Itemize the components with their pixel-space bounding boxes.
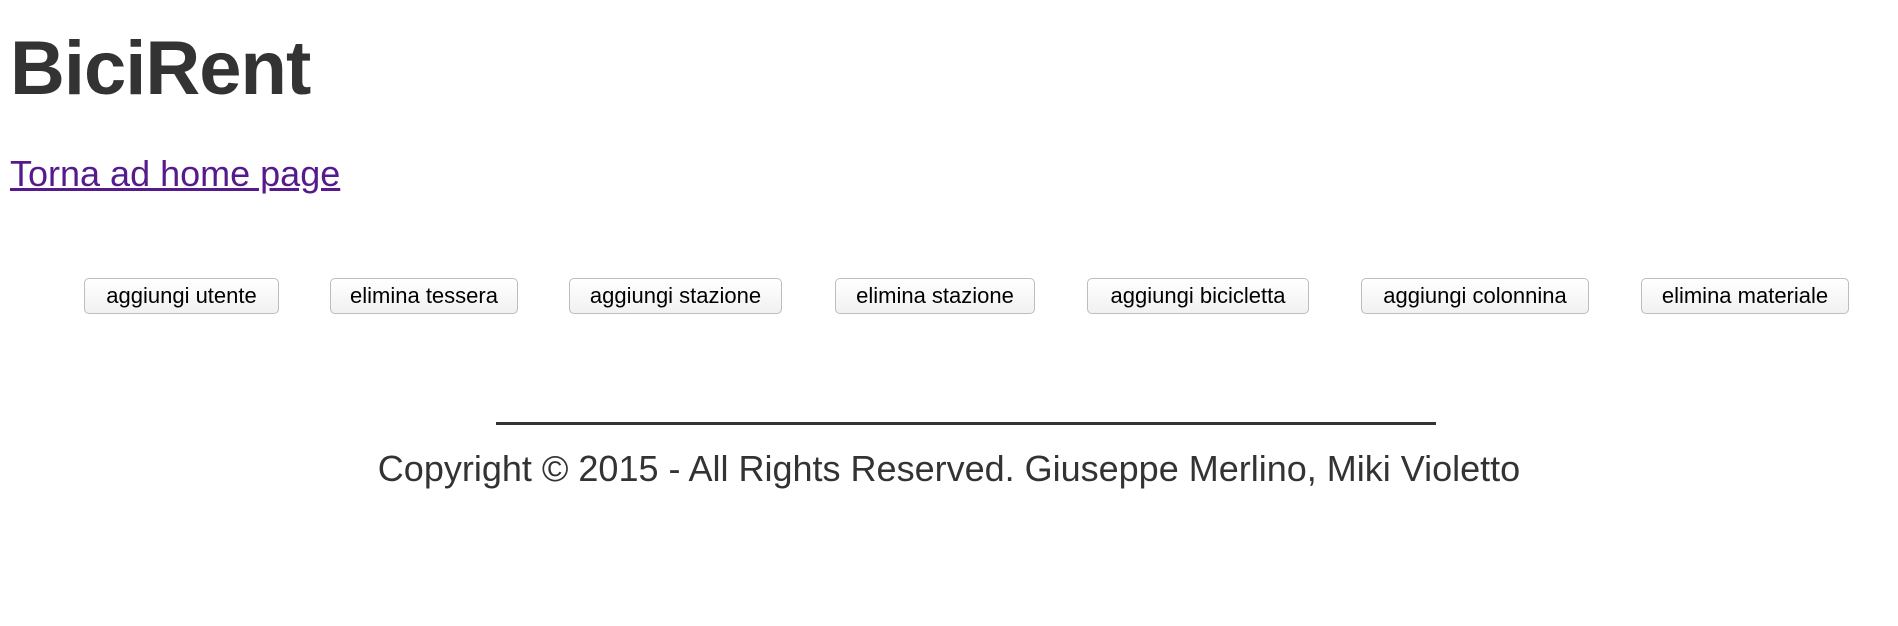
delete-material-button[interactable]: elimina materiale: [1641, 278, 1849, 314]
add-column-button[interactable]: aggiungi colonnina: [1361, 278, 1589, 314]
add-station-button[interactable]: aggiungi stazione: [569, 278, 782, 314]
site-title: BiciRent: [10, 26, 311, 111]
delete-station-button[interactable]: elimina stazione: [835, 278, 1035, 314]
page: BiciRent Torna ad home page aggiungi ute…: [0, 0, 1898, 626]
delete-card-button[interactable]: elimina tessera: [330, 278, 518, 314]
add-bicycle-button[interactable]: aggiungi bicicletta: [1087, 278, 1309, 314]
footer-divider: [496, 422, 1436, 425]
copyright-text: Copyright © 2015 - All Rights Reserved. …: [377, 448, 1521, 489]
admin-actions-toolbar: aggiungi utente elimina tessera aggiungi…: [0, 278, 1898, 314]
home-page-link[interactable]: Torna ad home page: [10, 152, 340, 196]
add-user-button[interactable]: aggiungi utente: [84, 278, 279, 314]
